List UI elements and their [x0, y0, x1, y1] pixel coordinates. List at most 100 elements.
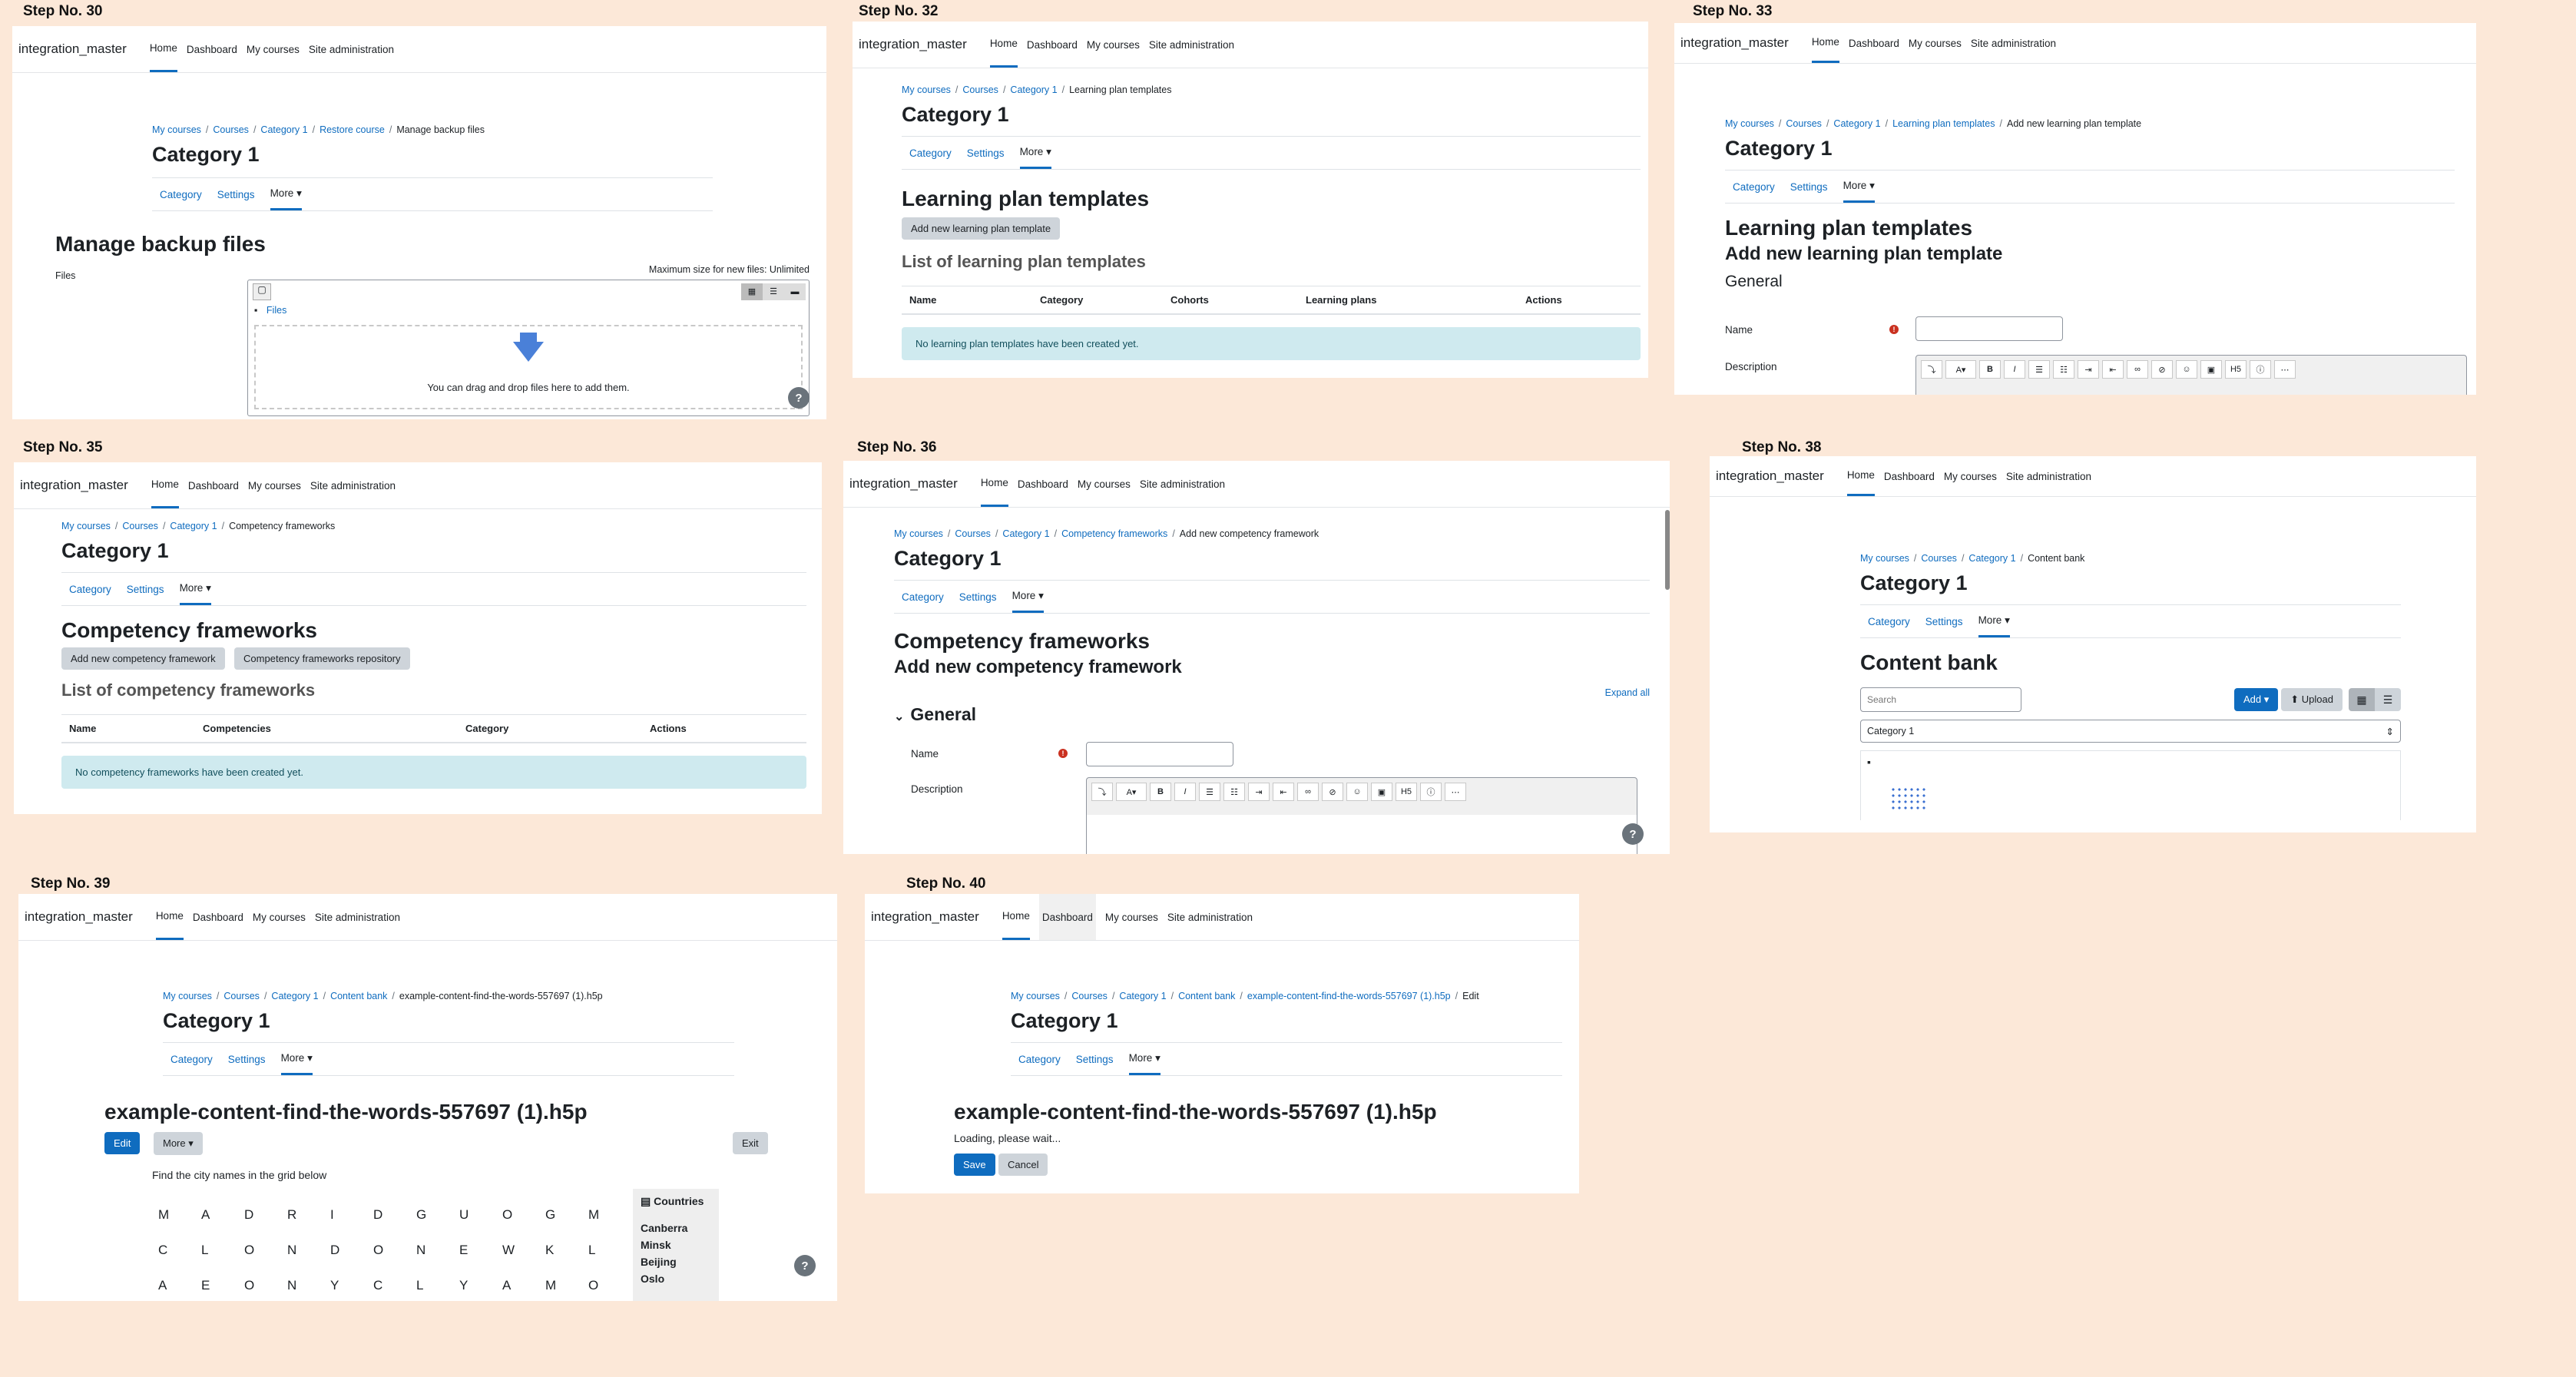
tab-more[interactable]: More ▾ [270, 178, 302, 210]
name-field[interactable] [1915, 316, 2063, 341]
nav-site-administration[interactable]: Site administration [1140, 461, 1225, 507]
collapse-icon[interactable]: ⤵ [1921, 360, 1942, 379]
font-icon[interactable]: A▾ [1116, 783, 1147, 801]
nav-my-courses[interactable]: My courses [1087, 22, 1140, 68]
grid-cell[interactable]: G [545, 1207, 588, 1223]
list-view-icon[interactable]: ☰ [763, 283, 784, 300]
nav-my-courses[interactable]: My courses [1105, 894, 1158, 940]
grid-cell[interactable]: D [330, 1243, 373, 1258]
grid-cell[interactable]: U [459, 1207, 502, 1223]
cancel-button[interactable]: Cancel [998, 1154, 1048, 1176]
more-tools-icon[interactable]: ⋯ [2274, 360, 2296, 379]
link-icon[interactable]: ∞ [1297, 783, 1319, 801]
add-file-icon[interactable]: ▢ [253, 283, 271, 300]
grid-cell[interactable]: N [287, 1278, 330, 1293]
grid-cell[interactable]: L [588, 1243, 631, 1258]
nav-home[interactable]: Home [1002, 894, 1030, 940]
crumb-courses[interactable]: Courses [955, 528, 991, 539]
grid-cell[interactable]: A [502, 1278, 545, 1293]
tab-more[interactable]: More ▾ [179, 573, 211, 605]
tab-settings[interactable]: Settings [959, 581, 997, 613]
exit-button[interactable]: Exit [733, 1132, 768, 1154]
chevron-down-icon[interactable]: ⌄ [894, 710, 904, 723]
crumb-my-courses[interactable]: My courses [1860, 553, 1909, 564]
folder-view-icon[interactable]: ▬ [784, 283, 806, 300]
bold-icon[interactable]: B [1979, 360, 2001, 379]
list-view-icon[interactable]: ☰ [2375, 688, 2401, 711]
tab-settings[interactable]: Settings [127, 573, 164, 605]
grid-cell[interactable]: A [158, 1278, 201, 1293]
emoji-icon[interactable]: ☺ [2176, 360, 2197, 379]
info-icon[interactable]: ⓘ [2250, 360, 2271, 379]
nav-my-courses[interactable]: My courses [247, 26, 300, 72]
grid-cell[interactable]: G [416, 1207, 459, 1223]
collapse-icon[interactable]: ⤵ [1091, 783, 1113, 801]
grid-cell[interactable]: M [588, 1207, 631, 1223]
tab-more[interactable]: More ▾ [1012, 581, 1044, 613]
h5p-icon[interactable]: H5 [2225, 360, 2247, 379]
site-brand[interactable]: integration_master [1716, 468, 1824, 484]
grid-view-icon[interactable]: ▦ [741, 283, 763, 300]
nav-my-courses[interactable]: My courses [1078, 461, 1131, 507]
unlink-icon[interactable]: ⊘ [2151, 360, 2173, 379]
letter-grid[interactable]: MADRIDGUOGM CLONDONEWKL AEONYCLYAMO [158, 1207, 631, 1293]
grid-cell[interactable]: I [330, 1207, 373, 1223]
tab-category[interactable]: Category [160, 178, 202, 210]
site-brand[interactable]: integration_master [25, 909, 133, 925]
indent-icon[interactable]: ⇥ [1248, 783, 1270, 801]
unlink-icon[interactable]: ⊘ [1322, 783, 1343, 801]
nav-home[interactable]: Home [151, 462, 179, 508]
nav-site-administration[interactable]: Site administration [1149, 22, 1234, 68]
grid-cell[interactable]: O [244, 1243, 287, 1258]
nav-home[interactable]: Home [980, 461, 1008, 507]
description-editor[interactable]: ⤵ A▾ B I ☰ ☷ ⇥ ⇤ ∞ ⊘ ☺ ▣ H5 ⓘ ⋯ [1915, 355, 2467, 395]
grid-cell[interactable]: N [287, 1243, 330, 1258]
search-input[interactable] [1860, 687, 2021, 712]
grid-cell[interactable]: A [201, 1207, 244, 1223]
grid-cell[interactable]: D [373, 1207, 416, 1223]
crumb-courses[interactable]: Courses [1786, 118, 1822, 129]
crumb-courses[interactable]: Courses [213, 124, 249, 135]
description-editor[interactable]: ⤵ A▾ B I ☰ ☷ ⇥ ⇤ ∞ ⊘ ☺ ▣ H5 ⓘ ⋯ [1086, 777, 1637, 854]
crumb-content-bank[interactable]: Content bank [1178, 991, 1235, 1001]
crumb-courses[interactable]: Courses [1071, 991, 1108, 1001]
crumb-my-courses[interactable]: My courses [902, 84, 951, 95]
outdent-icon[interactable]: ⇤ [2102, 360, 2124, 379]
crumb-learning-plan-templates[interactable]: Learning plan templates [1892, 118, 1995, 129]
crumb-restore-course[interactable]: Restore course [320, 124, 385, 135]
crumb-my-courses[interactable]: My courses [1011, 991, 1060, 1001]
tab-category[interactable]: Category [1733, 170, 1775, 203]
crumb-category[interactable]: Category 1 [1010, 84, 1057, 95]
tab-more[interactable]: More ▾ [1978, 605, 2010, 637]
frameworks-repository-button[interactable]: Competency frameworks repository [234, 647, 410, 670]
indent-icon[interactable]: ⇥ [2078, 360, 2099, 379]
grid-cell[interactable]: O [588, 1278, 631, 1293]
nav-dashboard[interactable]: Dashboard [187, 26, 237, 72]
grid-cell[interactable]: E [459, 1243, 502, 1258]
crumb-courses[interactable]: Courses [962, 84, 998, 95]
nav-my-courses[interactable]: My courses [253, 894, 306, 940]
nav-home[interactable]: Home [149, 26, 177, 72]
scrollbar[interactable] [1665, 510, 1670, 590]
link-icon[interactable]: ∞ [2127, 360, 2148, 379]
crumb-category[interactable]: Category 1 [1968, 553, 2015, 564]
nav-my-courses[interactable]: My courses [248, 462, 301, 508]
crumb-competency-frameworks[interactable]: Competency frameworks [1061, 528, 1167, 539]
crumb-my-courses[interactable]: My courses [61, 521, 111, 531]
grid-cell[interactable]: O [373, 1243, 416, 1258]
expand-all-link[interactable]: Expand all [894, 687, 1650, 698]
site-brand[interactable]: integration_master [849, 476, 958, 492]
nav-site-administration[interactable]: Site administration [309, 26, 394, 72]
more-tools-icon[interactable]: ⋯ [1445, 783, 1466, 801]
info-icon[interactable]: ⓘ [1420, 783, 1442, 801]
font-icon[interactable]: A▾ [1945, 360, 1976, 379]
crumb-category[interactable]: Category 1 [170, 521, 217, 531]
more-button[interactable]: More ▾ [154, 1132, 203, 1155]
nav-dashboard[interactable]: Dashboard [188, 462, 239, 508]
italic-icon[interactable]: I [2004, 360, 2025, 379]
nav-dashboard[interactable]: Dashboard [1849, 23, 1899, 63]
crumb-category[interactable]: Category 1 [1833, 118, 1880, 129]
tab-category[interactable]: Category [902, 581, 944, 613]
nav-dashboard[interactable]: Dashboard [1027, 22, 1078, 68]
tab-more[interactable]: More ▾ [1128, 1043, 1161, 1075]
